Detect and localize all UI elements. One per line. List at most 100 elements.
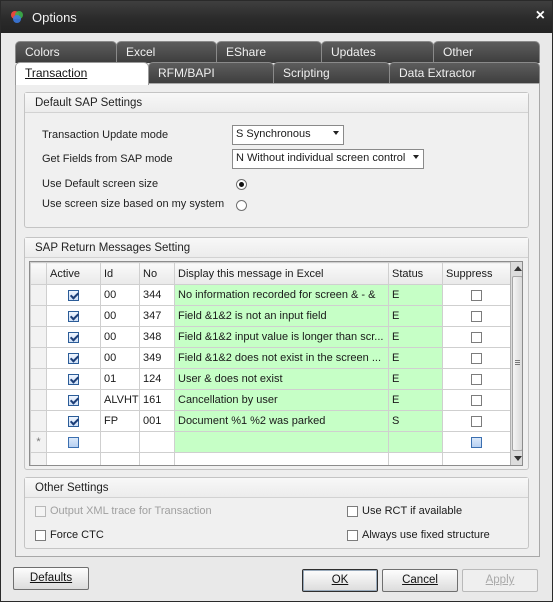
default-screen-radio[interactable] [236, 179, 247, 190]
active-checkbox[interactable] [68, 331, 79, 343]
table-row[interactable]: ALVHT 161 Cancellation by user E [30, 389, 511, 411]
ok-button[interactable]: OK [302, 569, 378, 592]
col-status-header[interactable]: Status [388, 262, 443, 285]
active-checkbox[interactable] [68, 352, 79, 364]
suppress-checkbox[interactable] [471, 352, 482, 364]
tab-scripting[interactable]: Scripting [273, 62, 390, 84]
message-cell[interactable]: Document %1 %2 was parked [174, 410, 389, 432]
no-cell[interactable]: 001 [139, 410, 175, 432]
active-checkbox[interactable] [68, 436, 79, 448]
xml-trace-checkbox[interactable] [35, 505, 46, 517]
suppress-checkbox[interactable] [471, 415, 482, 427]
no-cell[interactable]: 347 [139, 305, 175, 327]
txn-mode-select[interactable]: S Synchronous [232, 125, 344, 145]
active-cell[interactable] [46, 326, 101, 348]
new-row[interactable]: * [30, 431, 511, 453]
scroll-up-icon[interactable] [514, 266, 522, 271]
row-selector[interactable] [30, 347, 47, 369]
suppress-cell[interactable] [442, 347, 511, 369]
close-icon[interactable]: × [536, 7, 545, 25]
cancel-button[interactable]: Cancel [382, 569, 458, 592]
suppress-checkbox[interactable] [471, 310, 482, 322]
status-cell[interactable]: E [388, 326, 443, 348]
no-cell[interactable]: 124 [139, 368, 175, 390]
fixed-structure-checkbox[interactable] [347, 529, 358, 541]
id-cell[interactable] [100, 431, 140, 453]
col-message-header[interactable]: Display this message in Excel [174, 262, 389, 285]
suppress-cell[interactable] [442, 368, 511, 390]
active-checkbox[interactable] [68, 310, 79, 322]
status-cell[interactable]: E [388, 368, 443, 390]
no-cell[interactable] [139, 431, 175, 453]
status-cell[interactable]: S [388, 410, 443, 432]
id-cell[interactable]: ALVHT [100, 389, 140, 411]
message-cell[interactable] [174, 431, 389, 453]
tab-updates[interactable]: Updates [321, 41, 434, 63]
col-active-header[interactable]: Active [46, 262, 101, 285]
row-selector[interactable] [30, 326, 47, 348]
col-suppress-header[interactable]: Suppress [442, 262, 511, 285]
use-rct-option[interactable]: Use RCT if available [347, 505, 462, 517]
message-cell[interactable]: Field &1&2 input value is longer than sc… [174, 326, 389, 348]
active-cell[interactable] [46, 305, 101, 327]
tab-eshare[interactable]: EShare [216, 41, 322, 63]
grid-vertical-scrollbar[interactable] [510, 262, 522, 465]
defaults-button[interactable]: Defaults [13, 567, 89, 590]
suppress-checkbox[interactable] [471, 394, 482, 406]
scroll-down-icon[interactable] [514, 456, 522, 461]
col-id-header[interactable]: Id [100, 262, 140, 285]
suppress-checkbox[interactable] [471, 289, 482, 301]
row-selector[interactable] [30, 305, 47, 327]
apply-button[interactable]: Apply [462, 569, 538, 592]
tab-rfm-bapi[interactable]: RFM/BAPI [148, 62, 274, 84]
active-checkbox[interactable] [68, 415, 79, 427]
id-cell[interactable]: 00 [100, 347, 140, 369]
no-cell[interactable]: 349 [139, 347, 175, 369]
suppress-checkbox[interactable] [471, 436, 482, 448]
message-cell[interactable]: User & does not exist [174, 368, 389, 390]
status-cell[interactable] [388, 431, 443, 453]
col-no-header[interactable]: No [139, 262, 175, 285]
active-cell[interactable] [46, 389, 101, 411]
active-cell[interactable] [46, 284, 101, 306]
status-cell[interactable]: E [388, 305, 443, 327]
id-cell[interactable]: 00 [100, 284, 140, 306]
force-ctc-option[interactable]: Force CTC [35, 529, 104, 541]
active-cell[interactable] [46, 410, 101, 432]
table-row[interactable]: 00 347 Field &1&2 is not an input field E [30, 305, 511, 327]
active-cell[interactable] [46, 368, 101, 390]
suppress-checkbox[interactable] [471, 373, 482, 385]
tab-excel[interactable]: Excel [116, 41, 217, 63]
tab-colors[interactable]: Colors [15, 41, 117, 63]
message-cell[interactable]: Field &1&2 does not exist in the screen … [174, 347, 389, 369]
id-cell[interactable]: 00 [100, 305, 140, 327]
active-checkbox[interactable] [68, 394, 79, 406]
suppress-cell[interactable] [442, 410, 511, 432]
table-row[interactable]: 00 344 No information recorded for screen … [30, 284, 511, 306]
table-row[interactable]: FP 001 Document %1 %2 was parked S [30, 410, 511, 432]
active-checkbox[interactable] [68, 289, 79, 301]
status-cell[interactable]: E [388, 347, 443, 369]
active-cell[interactable] [46, 347, 101, 369]
table-row[interactable]: 01 124 User & does not exist E [30, 368, 511, 390]
no-cell[interactable]: 348 [139, 326, 175, 348]
row-selector[interactable] [30, 368, 47, 390]
status-cell[interactable]: E [388, 389, 443, 411]
row-selector[interactable] [30, 410, 47, 432]
active-cell[interactable] [46, 431, 101, 453]
table-row[interactable]: 00 348 Field &1&2 input value is longer th… [30, 326, 511, 348]
active-checkbox[interactable] [68, 373, 79, 385]
xml-trace-option[interactable]: Output XML trace for Transaction [35, 505, 212, 517]
use-rct-checkbox[interactable] [347, 505, 358, 517]
tab-transaction[interactable]: Transaction [15, 62, 149, 85]
row-selector[interactable] [30, 389, 47, 411]
suppress-cell[interactable] [442, 326, 511, 348]
suppress-cell[interactable] [442, 284, 511, 306]
force-ctc-checkbox[interactable] [35, 529, 46, 541]
no-cell[interactable]: 161 [139, 389, 175, 411]
suppress-cell[interactable] [442, 389, 511, 411]
no-cell[interactable]: 344 [139, 284, 175, 306]
table-row[interactable]: 00 349 Field &1&2 does not exist in the sc… [30, 347, 511, 369]
message-cell[interactable]: No information recorded for screen & - & [174, 284, 389, 306]
suppress-checkbox[interactable] [471, 331, 482, 343]
